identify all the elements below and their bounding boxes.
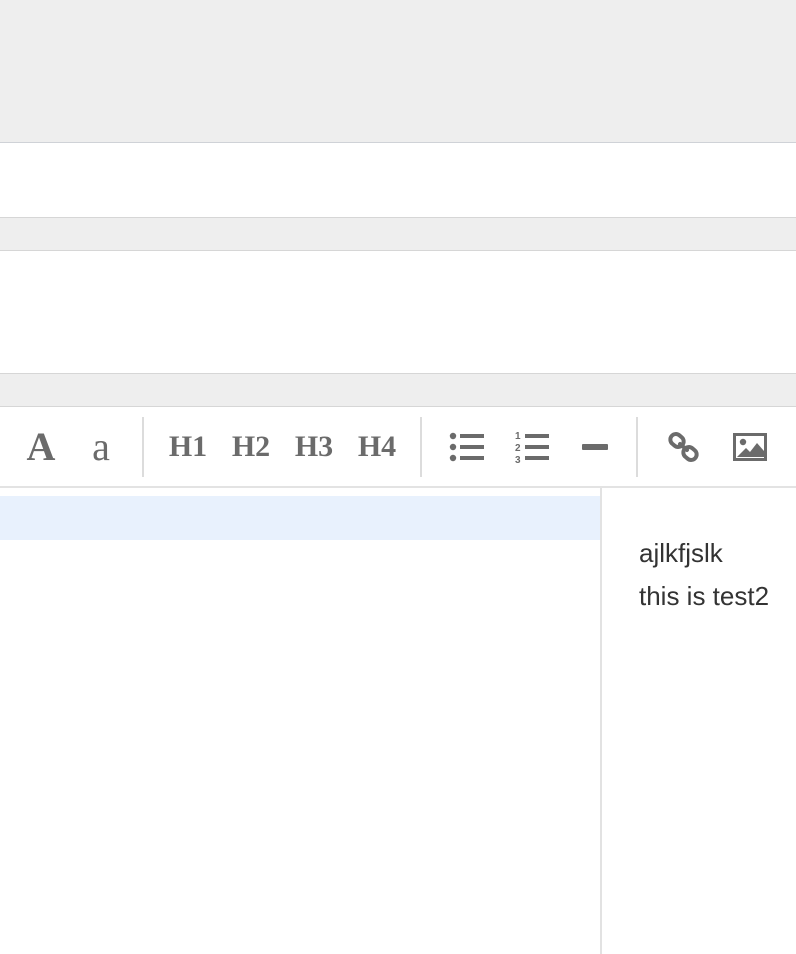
italic-icon[interactable]: a: [84, 407, 118, 486]
h3-button[interactable]: H3: [288, 407, 340, 486]
svg-text:2: 2: [515, 443, 521, 454]
field-separator: [0, 217, 796, 251]
field-separator: [0, 373, 796, 407]
toolbar-separator: [142, 417, 144, 477]
bullet-list-icon[interactable]: [447, 407, 487, 486]
editor-area: ajlkfjslk this is test2: [0, 488, 796, 954]
h2-button[interactable]: H2: [225, 407, 277, 486]
h4-button[interactable]: H4: [351, 407, 403, 486]
text-field-1[interactable]: [0, 143, 796, 217]
h1-button[interactable]: H1: [162, 407, 214, 486]
preview-line: ajlkfjslk: [639, 538, 723, 568]
horizontal-rule-icon[interactable]: [578, 407, 612, 486]
numbered-list-icon[interactable]: 1 2 3: [513, 407, 553, 486]
preview-line: this is test2: [639, 581, 770, 611]
bold-icon[interactable]: A: [22, 407, 60, 486]
top-panel: [0, 0, 796, 143]
image-icon[interactable]: [730, 407, 770, 486]
editor-toolbar: A a H1 H2 H3 H4 1 2 3: [0, 407, 796, 488]
toolbar-separator: [420, 417, 422, 477]
code-editor-active-line[interactable]: [0, 496, 600, 540]
pane-divider[interactable]: [600, 488, 602, 954]
svg-text:3: 3: [515, 455, 521, 464]
markdown-preview: ajlkfjslk this is test2: [639, 532, 796, 618]
toolbar-separator: [636, 417, 638, 477]
svg-text:1: 1: [515, 431, 521, 442]
text-field-2[interactable]: [0, 251, 796, 373]
link-icon[interactable]: [664, 407, 704, 486]
